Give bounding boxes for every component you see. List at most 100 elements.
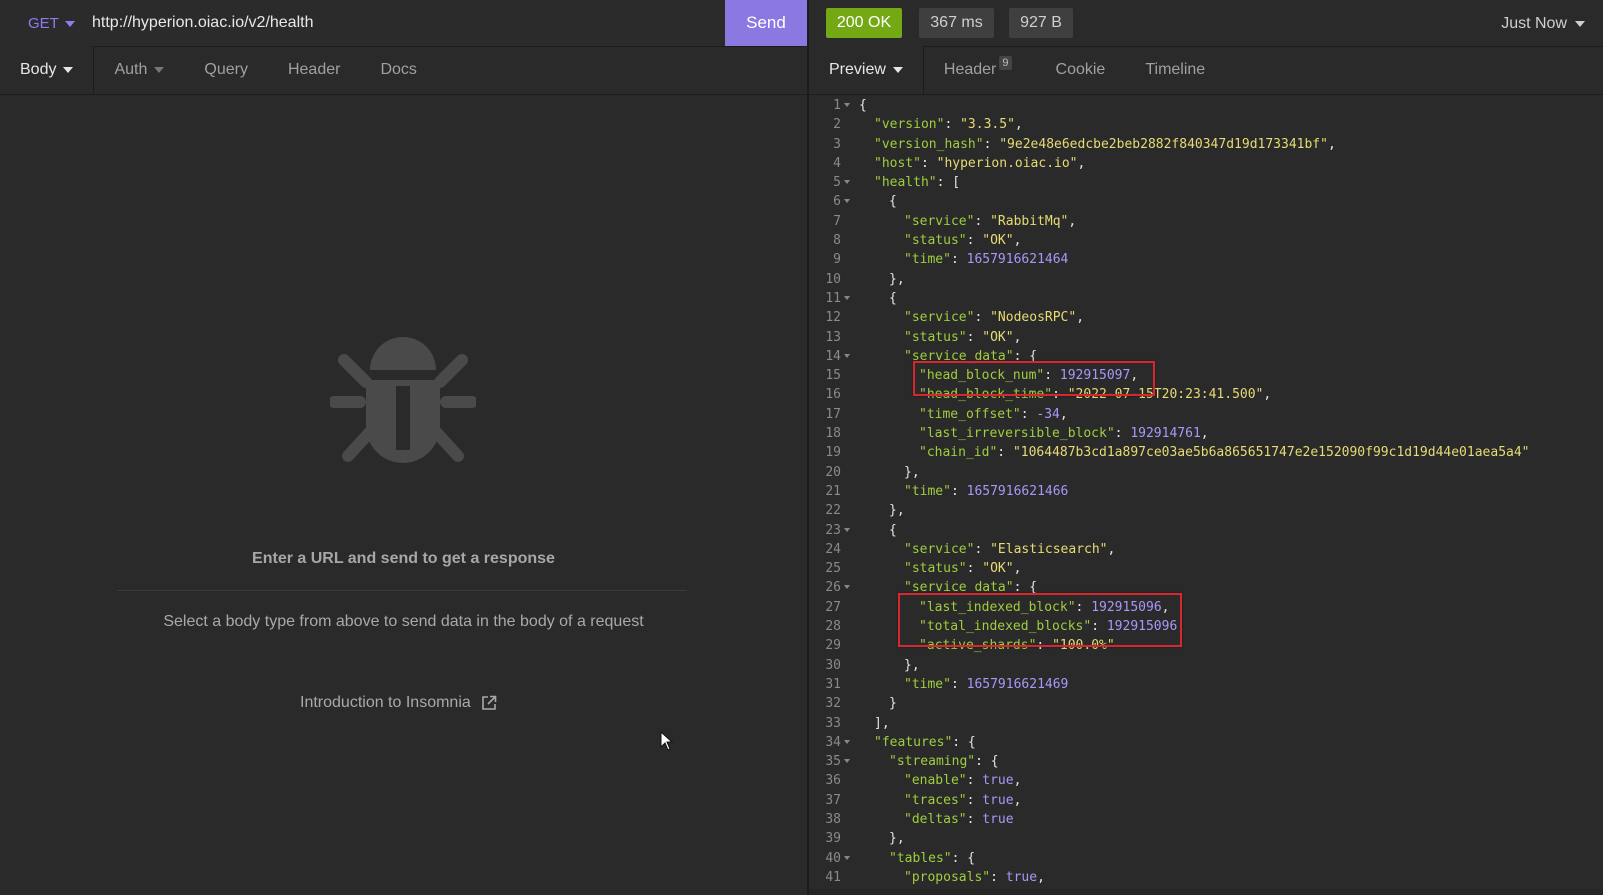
line-number: 6 <box>833 194 841 210</box>
json-punct: , <box>1013 561 1022 577</box>
method-dropdown[interactable]: GET <box>28 15 75 32</box>
fold-toggle-icon[interactable] <box>844 527 850 532</box>
intro-link[interactable]: Introduction to Insomnia <box>300 694 497 712</box>
fold-toggle-icon[interactable] <box>844 199 850 204</box>
line-number: 38 <box>825 811 841 827</box>
json-punct: : <box>1114 426 1131 442</box>
empty-state-subtitle: Select a body type from above to send da… <box>163 613 644 630</box>
json-punct: , <box>1107 541 1116 557</box>
json-punct: }, <box>889 831 905 847</box>
fold-toggle-icon[interactable] <box>844 585 850 590</box>
code-line: 10}, <box>809 270 1603 289</box>
line-number: 20 <box>825 464 841 480</box>
code-text: "time": 1657916621469 <box>859 675 1068 694</box>
code-line: 11 { <box>809 289 1603 308</box>
json-key: "head_block_time" <box>919 387 1053 403</box>
json-value: -34 <box>1036 406 1060 422</box>
json-punct: , <box>1177 619 1186 635</box>
tab-timeline[interactable]: Timeline <box>1125 46 1225 94</box>
line-number: 13 <box>825 329 841 345</box>
code-text: { <box>859 521 897 540</box>
fold-toggle-icon[interactable] <box>844 180 850 185</box>
code-text: "status": "OK", <box>859 231 1021 250</box>
json-punct: : <box>1036 638 1053 654</box>
line-number: 11 <box>825 290 841 306</box>
json-punct: : <box>966 792 983 808</box>
code-line: 15 "head_block_num": 192915097, <box>809 366 1603 385</box>
fold-toggle-icon[interactable] <box>844 855 850 860</box>
code-text: ], <box>859 714 890 733</box>
response-status-bar: 200 OK 367 ms 927 B Just Now <box>809 0 1603 47</box>
json-key: "chain_id" <box>919 445 998 461</box>
json-preview[interactable]: 1{2 "version": "3.3.5", 3 "version_hash": "… <box>809 96 1603 889</box>
json-value: true <box>1005 869 1038 885</box>
code-text: "head_block_time": "2022-07-15T20:23:41.… <box>859 385 1271 404</box>
tab-cookie[interactable]: Cookie <box>1036 46 1126 94</box>
json-punct: , <box>1077 155 1086 171</box>
code-line: 27 "last_indexed_block": 192915096, <box>809 598 1603 617</box>
code-text: "last_irreversible_block": 192914761, <box>859 424 1209 443</box>
code-text: }, <box>859 270 905 289</box>
code-line: 2 "version": "3.3.5", <box>809 115 1603 134</box>
json-punct: : <box>1052 387 1068 403</box>
method-label: GET <box>28 15 59 32</box>
send-button[interactable]: Send <box>725 0 807 46</box>
json-key: "active_shards" <box>919 638 1037 654</box>
tab-query[interactable]: Query <box>184 46 268 94</box>
line-number: 24 <box>825 541 841 557</box>
code-line: 41 "proposals": true, <box>809 868 1603 887</box>
empty-state-title: Enter a URL and send to get a response <box>252 550 555 567</box>
tab-docs[interactable]: Docs <box>360 46 436 94</box>
fold-toggle-icon[interactable] <box>844 353 850 358</box>
json-punct: , <box>1068 213 1077 229</box>
code-text: "deltas": true <box>859 810 1014 829</box>
json-string: "OK" <box>982 233 1014 249</box>
json-punct: : <box>997 445 1013 461</box>
line-number: 30 <box>825 657 841 673</box>
fold-toggle-icon[interactable] <box>844 295 850 300</box>
code-line: 12 "service": "NodeosRPC", <box>809 308 1603 327</box>
json-punct: : <box>966 329 983 345</box>
json-string: "OK" <box>982 329 1014 345</box>
code-text: "status": "OK", <box>859 559 1021 578</box>
tab-auth[interactable]: Auth <box>94 46 184 94</box>
fold-toggle-icon[interactable] <box>844 759 850 764</box>
fold-toggle-icon[interactable] <box>844 103 850 107</box>
line-number: 15 <box>825 368 841 384</box>
json-punct: , <box>1037 869 1045 885</box>
json-key: "traces" <box>904 792 967 808</box>
json-punct: : { <box>952 734 976 750</box>
code-line: 38 "deltas": true <box>809 810 1603 829</box>
json-punct: , <box>1327 136 1336 152</box>
line-number: 27 <box>825 599 841 615</box>
code-line: 24 "service": "Elasticsearch", <box>809 540 1603 559</box>
code-text: "head_block_num": 192915097, <box>859 366 1138 385</box>
history-dropdown[interactable]: Just Now <box>1501 15 1585 33</box>
json-punct: : <box>974 213 991 229</box>
json-string: "100.0%" <box>1052 638 1115 654</box>
tab-preview[interactable]: Preview <box>809 46 924 94</box>
tab-response-header-label: Header <box>943 61 997 78</box>
json-string: "2022-07-15T20:23:41.500" <box>1067 387 1264 403</box>
json-key: "version_hash" <box>874 136 984 152</box>
url-input[interactable]: http://hyperion.oiac.io/v2/health <box>92 14 692 32</box>
json-punct: , <box>1161 599 1170 615</box>
line-number: 33 <box>825 715 841 731</box>
tab-response-header[interactable]: Header 9 <box>924 46 1036 94</box>
json-string: "1064487b3cd1a897ce03ae5b6a865651747e2e1… <box>1012 445 1530 461</box>
line-number: 31 <box>825 676 841 692</box>
chevron-down-icon <box>63 67 74 73</box>
json-value: 1657916621464 <box>966 252 1069 268</box>
json-key: "proposals" <box>904 869 991 885</box>
code-text: } <box>859 694 897 713</box>
json-value: 192915096 <box>1106 619 1178 635</box>
tab-header[interactable]: Header <box>268 46 360 94</box>
horizontal-scrollbar[interactable] <box>809 889 1603 895</box>
code-text: "service_data": { <box>859 347 1037 366</box>
json-punct: : <box>974 541 991 557</box>
code-line: 3 "version_hash": "9e2e48e6edcbe2beb2882f… <box>809 135 1603 154</box>
tab-body[interactable]: Body <box>0 46 95 94</box>
response-size: 927 B <box>1009 8 1073 38</box>
json-punct: ], <box>874 715 890 731</box>
fold-toggle-icon[interactable] <box>844 739 850 744</box>
